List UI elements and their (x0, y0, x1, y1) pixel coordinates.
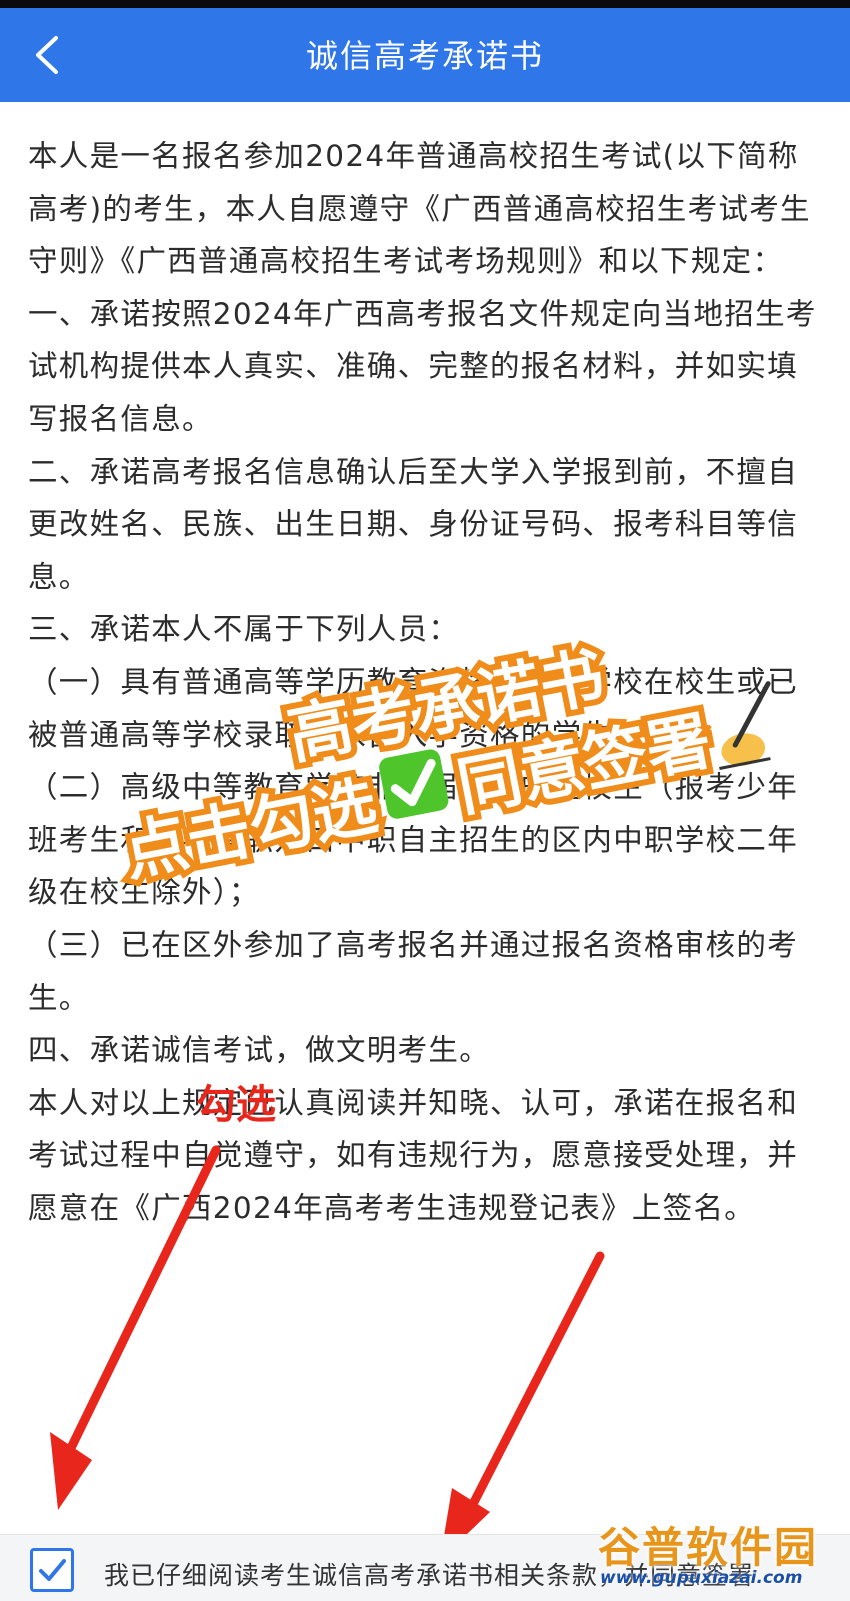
checkmark-icon (39, 1559, 66, 1581)
agree-checkbox[interactable] (30, 1548, 74, 1592)
pledge-item-4: 四、承诺诚信考试，做文明考生。 (28, 1033, 491, 1068)
watermark-url: www.gupuxiazai.com (600, 1568, 803, 1588)
pledge-item-3-3: （三）已在区外参加了高考报名并通过报名资格审核的考生。 (28, 927, 799, 1015)
pledge-item-3: 三、承诺本人不属于下列人员： (28, 612, 460, 647)
pledge-item-3-1: （一）具有普通高等学历教育资格的高等学校在校生或已被普通高等学校录取并保留入学资… (28, 664, 799, 752)
pledge-item-1: 一、承诺按照2024年广西高考报名文件规定向当地招生考试机构提供本人真实、准确、… (28, 296, 817, 436)
arrow-to-agree-text (440, 1251, 605, 1560)
pledge-content: 本人是一名报名参加2024年普通高校招生考试(以下简称高考)的考生，本人自愿遵守… (28, 130, 828, 1234)
watermark-logo-text: 谷普软件园 (598, 1523, 819, 1572)
page-title: 诚信高考承诺书 (305, 37, 544, 75)
status-bar (0, 0, 850, 8)
pledge-item-3-2: （二）高级中等教育学校非应届毕业的在校生（报考少年班考生和报考高职对口中职自主招… (28, 770, 799, 910)
pledge-item-2: 二、承诺高考报名信息确认后至大学入学报到前，不擅自更改姓名、民族、出生日期、身份… (28, 454, 799, 594)
app-header: 诚信高考承诺书 (0, 8, 850, 102)
pledge-closing: 本人对以上规定已认真阅读并知晓、认可，承诺在报名和考试过程中自觉遵守，如有违规行… (28, 1085, 799, 1225)
watermark: 谷普软件园 www.gupuxiazai.com (586, 1510, 850, 1600)
pledge-intro: 本人是一名报名参加2024年普通高校招生考试(以下简称高考)的考生，本人自愿遵守… (28, 139, 811, 279)
